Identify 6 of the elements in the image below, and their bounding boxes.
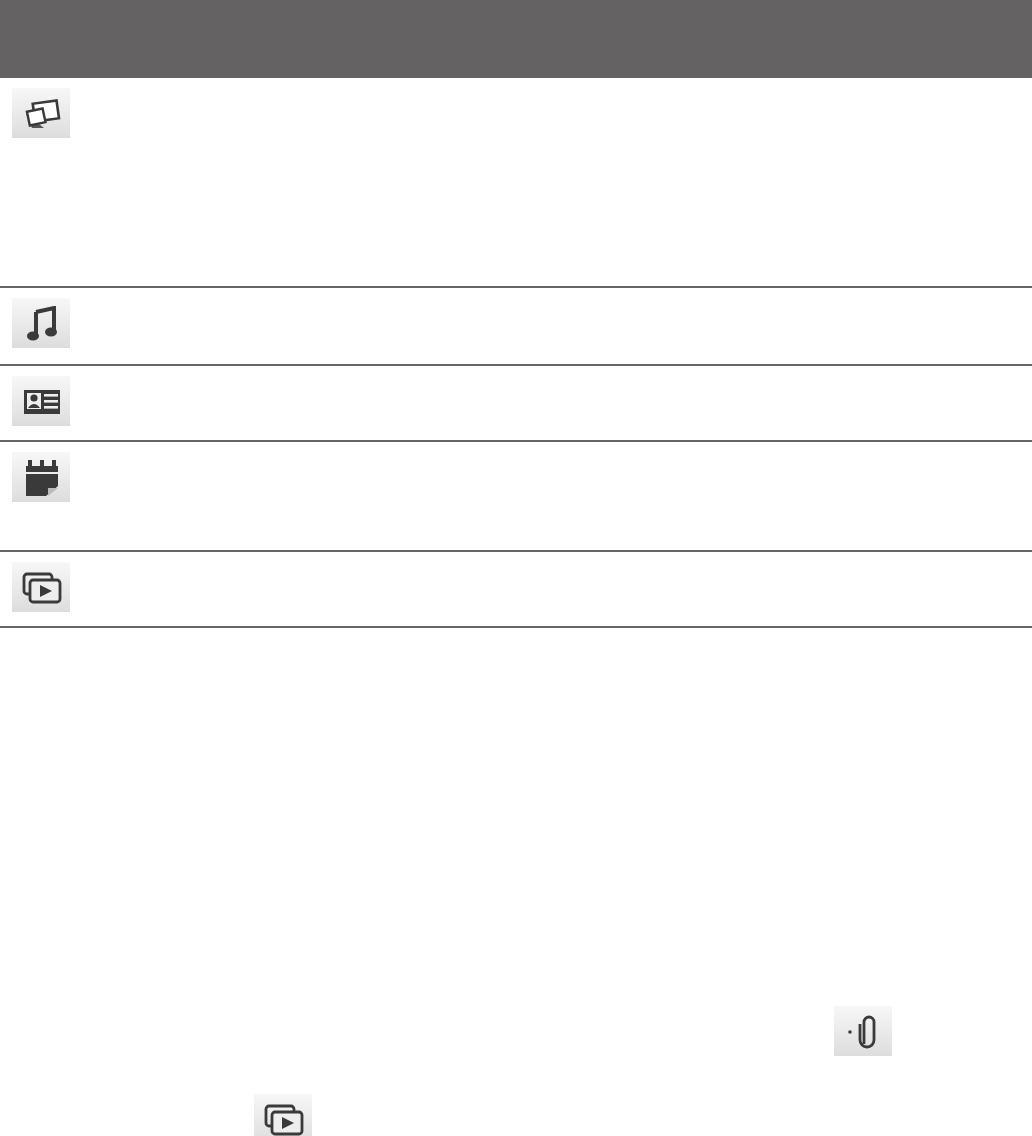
calendar-icon [23, 457, 59, 497]
contact-card-icon [21, 385, 61, 417]
video-icon [21, 571, 61, 603]
photos-icon [21, 95, 61, 131]
music-note-icon [25, 305, 57, 341]
video-icon [263, 1103, 303, 1135]
